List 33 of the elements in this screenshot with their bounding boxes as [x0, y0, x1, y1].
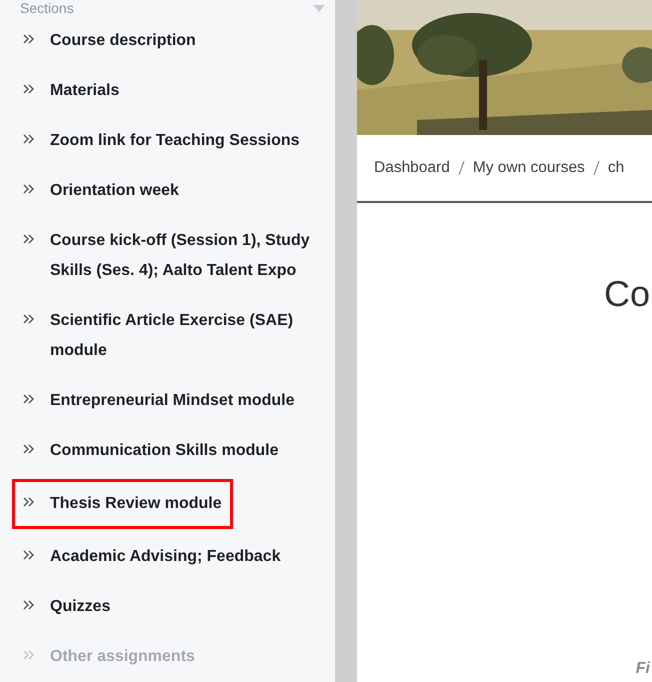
section-link[interactable]: Entrepreneurial Mindset module — [50, 386, 294, 416]
course-heading: Co — [604, 273, 650, 315]
section-link[interactable]: Quizzes — [50, 592, 110, 622]
double-chevron-icon — [23, 84, 34, 94]
breadcrumb-link[interactable]: Dashboard — [374, 159, 450, 177]
double-chevron-icon — [23, 184, 34, 194]
section-link[interactable]: Scientific Article Exercise (SAE) module — [50, 306, 312, 366]
double-chevron-icon — [23, 600, 34, 610]
double-chevron-icon — [23, 134, 34, 144]
section-link[interactable]: Course description — [50, 26, 196, 56]
breadcrumb-link[interactable]: My own courses — [472, 159, 585, 177]
slash-icon — [592, 161, 600, 175]
breadcrumb-link[interactable]: ch — [608, 159, 624, 177]
double-chevron-icon — [23, 234, 34, 244]
section-link[interactable]: Course kick-off (Session 1), Study Skills (Ses. 4); Aalto Talent Expo — [50, 226, 312, 286]
section-link[interactable]: Thesis Review module — [50, 489, 222, 519]
section-link[interactable]: Communication Skills module — [50, 436, 278, 466]
caret-icon[interactable] — [313, 4, 325, 12]
double-chevron-icon — [23, 394, 34, 404]
double-chevron-icon — [23, 444, 34, 454]
sidebar-scrollbar[interactable] — [335, 0, 357, 682]
section-link[interactable]: Academic Advising; Feedback — [50, 542, 281, 572]
double-chevron-icon — [23, 550, 34, 560]
double-chevron-icon — [23, 314, 34, 324]
double-chevron-icon — [23, 497, 34, 507]
sidebar-title: Sections — [20, 0, 74, 16]
section-link[interactable]: Orientation week — [50, 176, 179, 206]
slash-icon — [458, 161, 465, 175]
footer-text: Fi — [636, 660, 650, 678]
double-chevron-icon — [23, 650, 34, 660]
section-link[interactable]: Zoom link for Teaching Sessions — [50, 126, 300, 156]
section-link[interactable]: Materials — [50, 76, 120, 106]
double-chevron-icon — [23, 34, 34, 44]
